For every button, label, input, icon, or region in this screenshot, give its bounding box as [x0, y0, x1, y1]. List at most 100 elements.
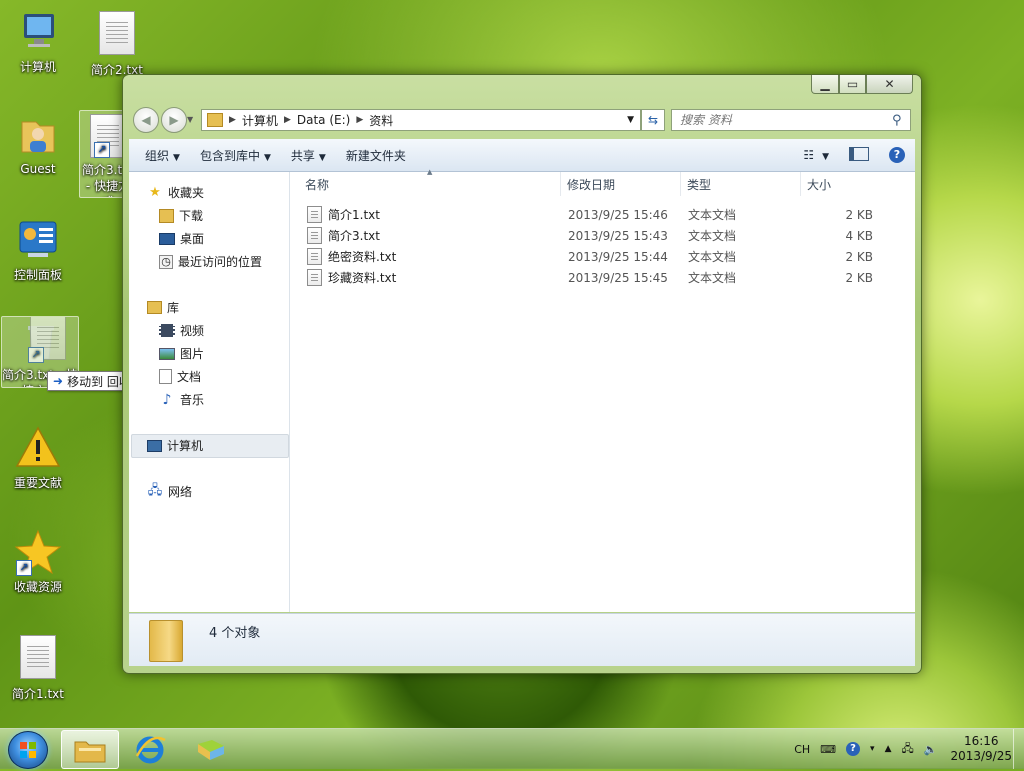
nav-label: 桌面: [180, 232, 205, 246]
desktop-icon-control-panel[interactable]: 控制面板: [0, 216, 76, 283]
taskbar: CH ⌨ ? ▾ ▲ 🖧 🔈 16:16 2013/9/25: [0, 728, 1024, 769]
nav-libraries[interactable]: 库: [147, 299, 179, 316]
new-folder-label: 新建文件夹: [345, 148, 406, 163]
file-modified: 2013/9/25 15:45: [568, 270, 668, 285]
nav-favorites[interactable]: ★ 收藏夹: [147, 184, 204, 201]
clock[interactable]: 16:16 2013/9/25: [950, 734, 1012, 764]
minimize-button[interactable]: ▁: [811, 75, 839, 94]
internet-explorer-icon: [135, 736, 166, 763]
nav-videos[interactable]: 视频: [159, 322, 204, 339]
help-icon: ?: [889, 147, 905, 163]
show-hidden-icons-icon[interactable]: ▲: [885, 744, 892, 754]
address-dropdown-icon[interactable]: ▼: [627, 115, 634, 125]
desktop-icon-file[interactable]: 简介1.txt: [0, 632, 76, 702]
arrow-right-icon: ➜: [53, 374, 64, 388]
address-bar[interactable]: ▶ 计算机 ▶ Data (E:) ▶ 资料 ▼: [201, 109, 641, 131]
taskbar-app[interactable]: [183, 730, 239, 767]
column-header-size[interactable]: 大小: [801, 172, 881, 196]
documents-icon: [159, 369, 172, 384]
nav-label: 网络: [168, 485, 193, 499]
command-bar: 组织 ▼ 包含到库中 ▼ 共享 ▼ 新建文件夹 ☷ ▼ ?: [129, 139, 915, 172]
share-label: 共享: [290, 148, 315, 163]
breadcrumb-computer[interactable]: 计算机: [236, 112, 284, 129]
chevron-down-icon: ▼: [173, 152, 180, 163]
desktop-icon-shortcut[interactable]: ↗ 简介3.txt - 快捷方式: [79, 110, 127, 198]
forward-button[interactable]: ▶: [161, 107, 187, 133]
desktop-icon-warning-file[interactable]: 重要文献: [0, 424, 76, 491]
desktop-icon-label: Guest: [20, 162, 56, 176]
desktop-icon-label: 收藏资源: [13, 580, 62, 594]
search-icon[interactable]: ⚲: [892, 113, 902, 128]
file-row[interactable]: 简介3.txt 2013/9/25 15:43 文本文档 4 KB: [289, 225, 915, 246]
desktop-icon-label: 计算机: [19, 60, 56, 74]
nav-label: 音乐: [180, 393, 205, 407]
column-header-modified[interactable]: 修改日期: [561, 172, 681, 196]
nav-label: 文档: [177, 370, 202, 384]
preview-pane-button[interactable]: [839, 146, 879, 164]
volume-icon[interactable]: 🔈: [924, 743, 938, 756]
nav-downloads[interactable]: 下载: [159, 207, 203, 224]
show-desktop-button[interactable]: [1013, 729, 1024, 769]
file-row[interactable]: 绝密资料.txt 2013/9/25 15:44 文本文档 2 KB: [289, 246, 915, 267]
nav-network[interactable]: 🖧 网络: [147, 483, 192, 500]
nav-label: 收藏夹: [168, 186, 205, 200]
column-header-name[interactable]: 名称: [299, 172, 561, 196]
nav-pictures[interactable]: 图片: [159, 345, 204, 362]
help-button[interactable]: ?: [879, 147, 915, 163]
breadcrumb-separator-icon[interactable]: ▶: [284, 115, 291, 125]
breadcrumb-folder[interactable]: 资料: [363, 112, 399, 129]
keyboard-icon[interactable]: ⌨: [820, 743, 836, 756]
desktop-icon-file[interactable]: 简介2.txt: [79, 8, 155, 78]
nav-documents[interactable]: 文档: [159, 368, 201, 385]
close-button[interactable]: ✕: [866, 75, 913, 94]
computer-icon: [147, 439, 162, 452]
ime-indicator[interactable]: CH: [794, 743, 810, 756]
start-button[interactable]: [8, 731, 48, 769]
taskbar-explorer[interactable]: [61, 730, 119, 769]
recycle-bin-icon: ↗: [16, 317, 66, 365]
text-file-icon: [14, 635, 62, 683]
desktop-icon-computer[interactable]: 计算机: [0, 8, 76, 75]
organize-button[interactable]: 组织 ▼: [135, 147, 190, 164]
clock-date: 2013/9/25: [950, 749, 1012, 763]
maximize-button[interactable]: ▭: [839, 75, 866, 94]
file-type: 文本文档: [688, 271, 737, 285]
search-box[interactable]: ⚲: [671, 109, 911, 131]
column-header-type[interactable]: 类型: [681, 172, 801, 196]
refresh-button[interactable]: ⇆: [641, 109, 665, 131]
taskbar-internet-explorer[interactable]: [122, 730, 178, 767]
downloads-folder-icon: [159, 208, 174, 223]
nav-recent-places[interactable]: ◷ 最近访问的位置: [159, 253, 262, 270]
file-modified: 2013/9/25 15:46: [568, 207, 668, 222]
share-button[interactable]: 共享 ▼: [281, 147, 336, 164]
network-status-icon[interactable]: 🖧: [902, 740, 914, 759]
file-list: ▲ 名称 修改日期 类型 大小 简介1.txt 2013/9/25 15:46 …: [289, 168, 915, 612]
file-row[interactable]: 简介1.txt 2013/9/25 15:46 文本文档 2 KB: [289, 204, 915, 225]
desktop-icon-user-folder[interactable]: Guest: [0, 112, 76, 176]
chevron-down-icon: ▼: [318, 152, 326, 163]
nav-desktop[interactable]: 桌面: [159, 230, 204, 247]
include-in-library-button[interactable]: 包含到库中 ▼: [190, 147, 281, 164]
breadcrumb-separator-icon[interactable]: ▶: [356, 115, 363, 125]
view-options-button[interactable]: ☷ ▼: [793, 148, 839, 162]
content-area: ★ 收藏夹 下载 桌面 ◷ 最近访问的位置 库 视频 图片 文档 ♪ 音乐 计算机 🖧…: [129, 168, 915, 612]
file-modified: 2013/9/25 15:43: [568, 228, 668, 243]
breadcrumb-drive[interactable]: Data (E:): [291, 113, 356, 127]
file-row[interactable]: 珍藏资料.txt 2013/9/25 15:45 文本文档 2 KB: [289, 267, 915, 288]
desktop-icon-favorites[interactable]: ↗ 收藏资源: [0, 528, 76, 595]
help-icon[interactable]: ?: [846, 742, 861, 756]
ime-options-icon[interactable]: ▾: [870, 744, 875, 754]
breadcrumb-separator-icon[interactable]: ▶: [229, 115, 236, 125]
search-input[interactable]: [678, 112, 892, 128]
star-icon: ★: [149, 185, 161, 200]
nav-computer[interactable]: 计算机: [147, 437, 203, 454]
chevron-down-icon: ▼: [263, 152, 271, 163]
file-type: 文本文档: [688, 250, 737, 264]
new-folder-button[interactable]: 新建文件夹: [336, 147, 416, 164]
computer-icon: [14, 8, 62, 56]
nav-music[interactable]: ♪ 音乐: [159, 391, 204, 408]
nav-label: 最近访问的位置: [178, 255, 263, 269]
text-file-shortcut-icon: ↗: [84, 114, 126, 162]
back-button[interactable]: ◀: [133, 107, 159, 133]
recent-pages-dropdown[interactable]: ▼: [187, 115, 193, 124]
